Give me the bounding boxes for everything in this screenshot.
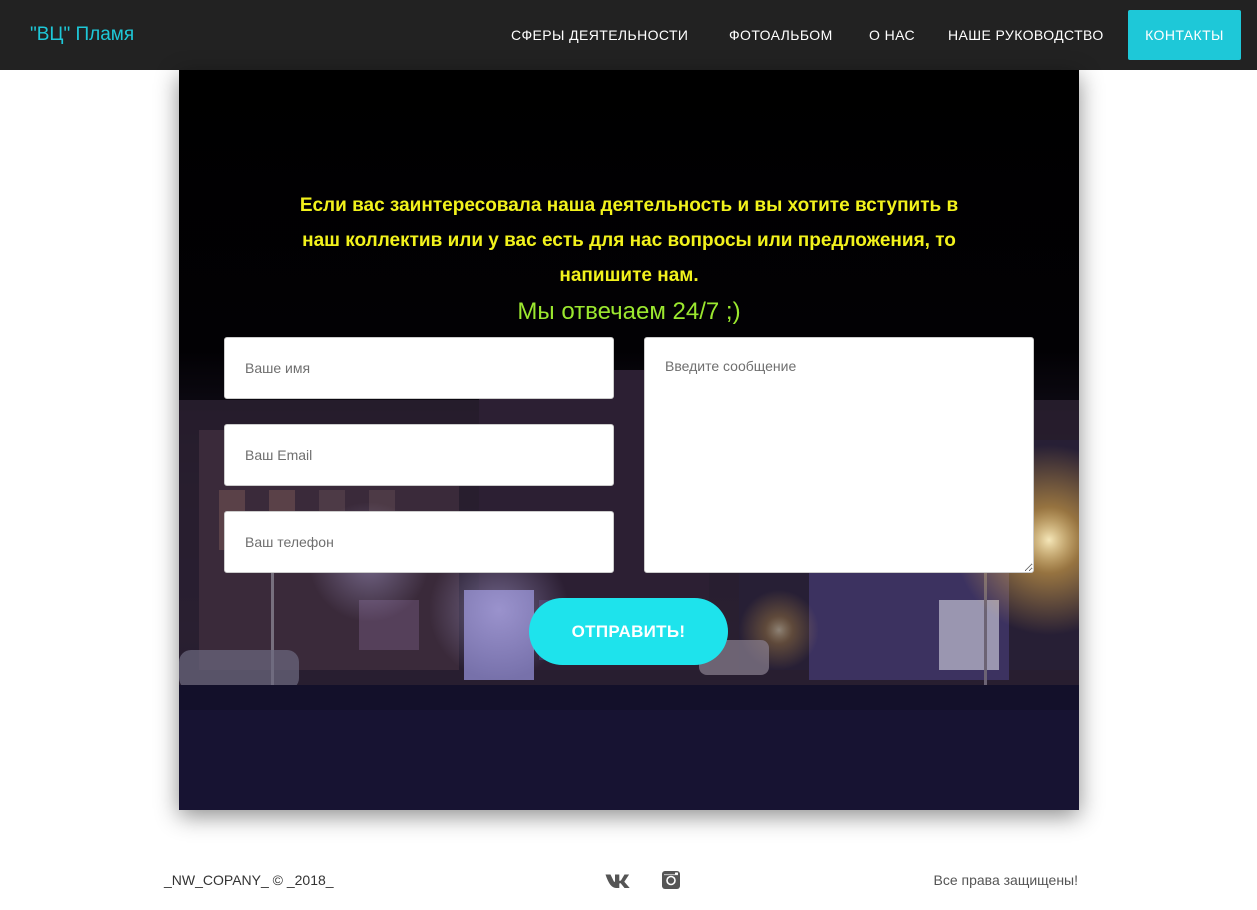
- navbar: "ВЦ" Пламя СФЕРЫ ДЕЯТЕЛЬНОСТИ ФОТОАЛЬБОМ…: [0, 0, 1257, 70]
- contact-intro-text: Если вас заинтересовала наша деятельност…: [299, 195, 959, 286]
- brand-logo-link[interactable]: "ВЦ" Пламя: [30, 0, 134, 70]
- nav-item-activities[interactable]: СФЕРЫ ДЕЯТЕЛЬНОСТИ: [511, 0, 688, 70]
- message-textarea[interactable]: [644, 337, 1034, 573]
- nav-item-about[interactable]: О НАС: [869, 0, 915, 70]
- phone-input[interactable]: [224, 511, 614, 573]
- instagram-icon[interactable]: [656, 868, 686, 892]
- availability-tagline: Мы отвечаем 24/7 ;): [517, 298, 741, 325]
- send-button[interactable]: ОТПРАВИТЬ!: [529, 598, 728, 665]
- contact-section: Если вас заинтересовала наша деятельност…: [179, 70, 1079, 810]
- footer-copyright: _NW_COPANY_ © _2018_: [164, 872, 334, 888]
- footer-rights: Все права защищены!: [933, 872, 1079, 888]
- nav-item-leadership[interactable]: НАШЕ РУКОВОДСТВО: [948, 0, 1104, 70]
- email-input[interactable]: [224, 424, 614, 486]
- name-input[interactable]: [224, 337, 614, 399]
- nav-item-contacts[interactable]: КОНТАКТЫ: [1128, 10, 1241, 60]
- vk-icon[interactable]: [604, 868, 634, 892]
- nav-item-photoalbum[interactable]: ФОТОАЛЬБОМ: [729, 0, 833, 70]
